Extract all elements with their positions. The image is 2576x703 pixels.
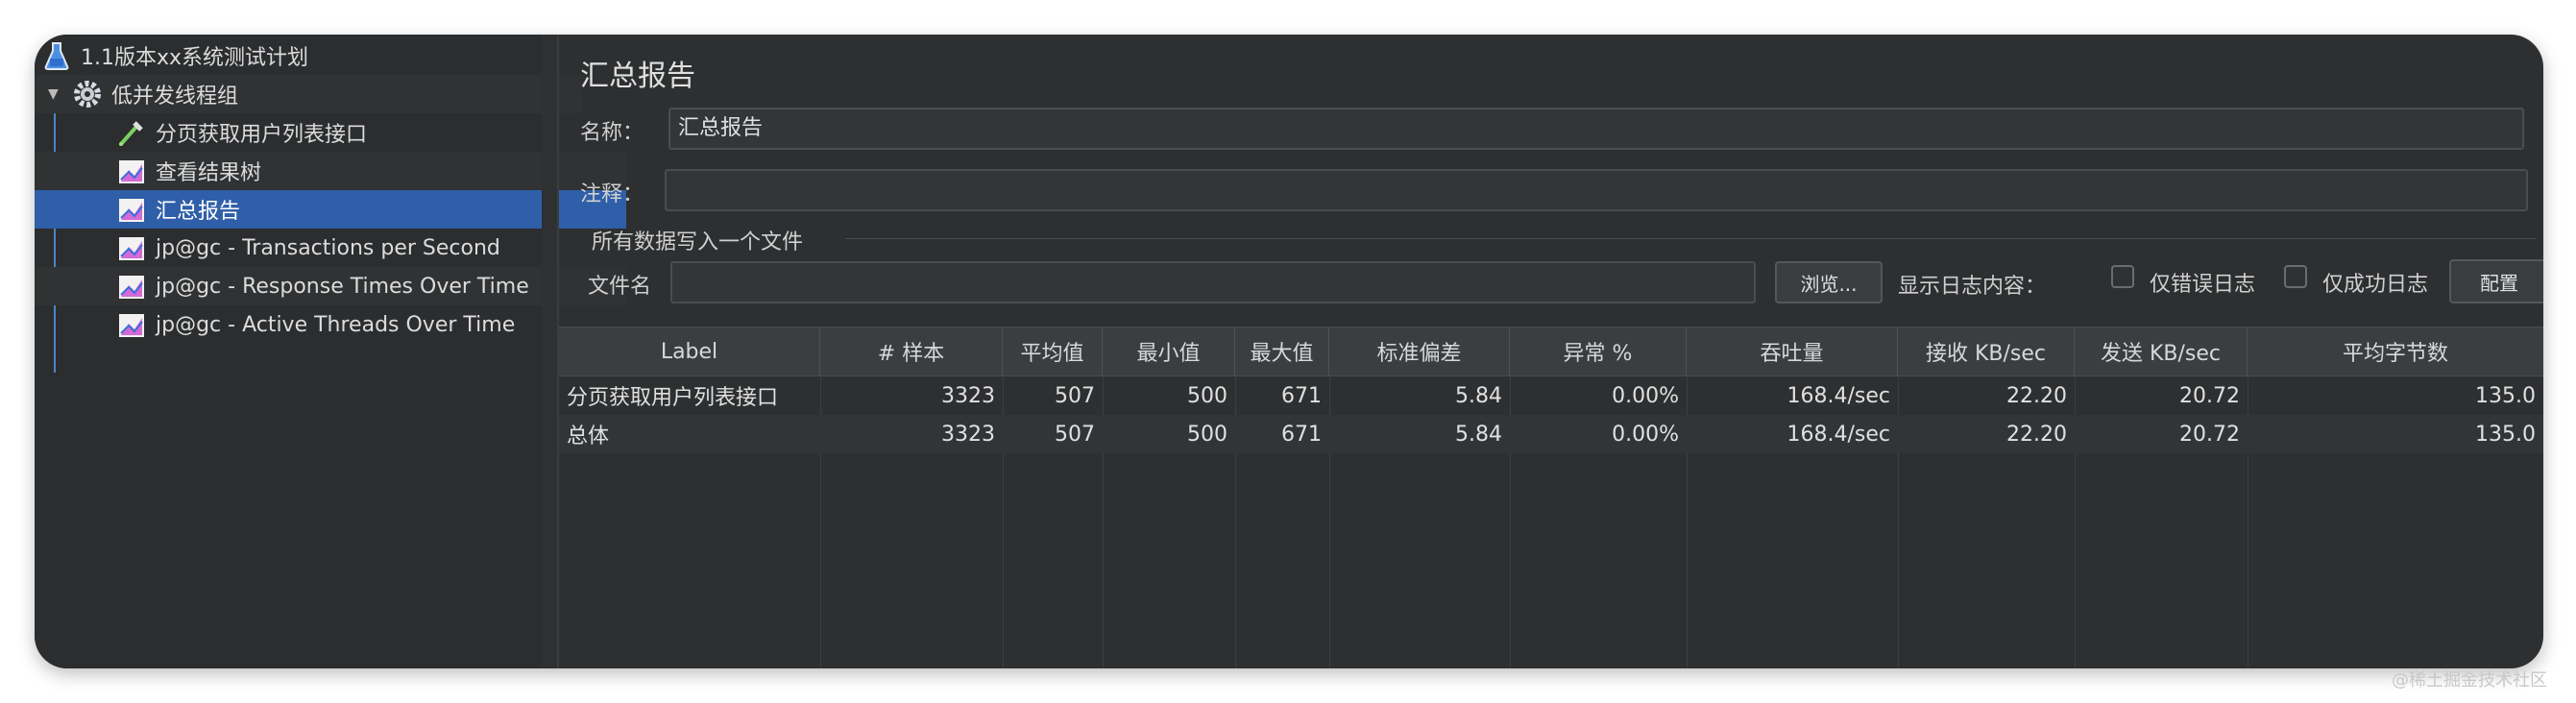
cell-label: 总体 [567,424,610,448]
tree-item-label: jp@gc - Response Times Over Time [156,274,529,299]
column-header-max[interactable]: 最大值 [1235,327,1329,376]
errors-only-checkbox[interactable] [2111,265,2134,288]
log-content-label: 显示日志内容： [1898,275,2047,299]
pipette-icon [117,118,146,147]
test-plan-tree: 1.1版本xx系统测试计划 ▼ 低并发线程组 分页获取用户列表接口 查看结果树 [35,35,626,668]
cell-max: 671 [1281,422,1322,447]
tree-item-summary-report[interactable]: 汇总报告 [35,190,626,229]
chart-icon [117,272,146,301]
column-header-avg-bytes[interactable]: 平均字节数 [2248,327,2543,376]
success-only-checkbox[interactable] [2284,265,2307,288]
table-row[interactable]: 总体 3323 507 500 671 5.84 0.00% 168.4/sec… [559,415,2543,453]
cell-received: 22.20 [2006,422,2067,447]
configure-button[interactable]: 配置 [2449,259,2543,303]
cell-sent: 20.72 [2179,422,2240,447]
browse-button[interactable]: 浏览... [1775,261,1883,303]
tree-item-label: jp@gc - Transactions per Second [156,235,500,260]
cell-error-pct: 0.00% [1612,383,1679,408]
tree-item-label: 1.1版本xx系统测试计划 [81,46,309,70]
chart-icon [117,195,146,224]
splitter-handle[interactable] [542,35,559,668]
tree-item-active-threads[interactable]: jp@gc - Active Threads Over Time [35,305,626,344]
errors-only-label: 仅错误日志 [2150,273,2256,297]
jmeter-window: 1.1版本xx系统测试计划 ▼ 低并发线程组 分页获取用户列表接口 查看结果树 [35,35,2543,668]
name-label: 名称： [580,121,644,145]
flask-icon [42,41,71,70]
cell-min: 500 [1187,422,1227,447]
tree-item-label: 分页获取用户列表接口 [156,123,368,147]
column-header-min[interactable]: 最小值 [1103,327,1235,376]
chart-icon [117,310,146,339]
filename-field[interactable] [670,261,1756,303]
column-header-sent[interactable]: 发送 KB/sec [2075,327,2248,376]
name-field[interactable]: 汇总报告 [668,108,2524,150]
cell-received: 22.20 [2006,383,2067,408]
cell-max: 671 [1281,383,1322,408]
watermark: @稀土掘金技术社区 [2392,670,2547,691]
gear-icon [73,80,102,109]
cell-average: 507 [1055,383,1095,408]
file-group-title: 所有数据写入一个文件 [592,230,804,255]
page-title: 汇总报告 [580,60,695,93]
filename-label: 文件名 [588,275,652,299]
cell-samples: 3323 [941,383,995,408]
tree-item-http-sampler[interactable]: 分页获取用户列表接口 [35,113,626,152]
table-row[interactable]: 分页获取用户列表接口 3323 507 500 671 5.84 0.00% 1… [559,376,2543,415]
summary-table: Label # 样本 平均值 最小值 最大值 标准偏差 异常 % 吞吐量 接收 … [559,327,2543,668]
column-header-label[interactable]: Label [559,327,820,376]
summary-report-panel: 汇总报告 名称： 汇总报告 注释： 所有数据写入一个文件 文件名 浏览... 显… [559,35,2543,668]
cell-avg-bytes: 135.0 [2475,383,2536,408]
column-header-average[interactable]: 平均值 [1003,327,1103,376]
chevron-down-icon[interactable]: ▼ [48,86,59,102]
column-header-std-dev[interactable]: 标准偏差 [1329,327,1510,376]
tree-item-view-results-tree[interactable]: 查看结果树 [35,152,626,190]
cell-std-dev: 5.84 [1455,422,1502,447]
cell-samples: 3323 [941,422,995,447]
table-header: Label # 样本 平均值 最小值 最大值 标准偏差 异常 % 吞吐量 接收 … [559,327,2543,376]
column-header-error-pct[interactable]: 异常 % [1510,327,1687,376]
group-divider [845,238,2536,239]
tree-item-response-times[interactable]: jp@gc - Response Times Over Time [35,267,626,305]
cell-error-pct: 0.00% [1612,422,1679,447]
tree-item-label: 查看结果树 [156,161,262,185]
cell-sent: 20.72 [2179,383,2240,408]
column-header-throughput[interactable]: 吞吐量 [1687,327,1898,376]
tree-item-transactions-per-second[interactable]: jp@gc - Transactions per Second [35,229,626,267]
comment-label: 注释： [580,182,644,206]
cell-throughput: 168.4/sec [1786,422,1891,447]
success-only-label: 仅成功日志 [2322,273,2429,297]
chart-icon [117,157,146,185]
cell-std-dev: 5.84 [1455,383,1502,408]
cell-throughput: 168.4/sec [1786,383,1891,408]
tree-item-test-plan[interactable]: 1.1版本xx系统测试计划 [35,36,551,75]
tree-item-label: jp@gc - Active Threads Over Time [156,312,516,337]
cell-average: 507 [1055,422,1095,447]
comment-field[interactable] [665,169,2528,211]
tree-item-label: 低并发线程组 [111,85,239,109]
chart-icon [117,233,146,262]
column-header-received[interactable]: 接收 KB/sec [1898,327,2075,376]
tree-item-thread-group[interactable]: ▼ 低并发线程组 [35,75,582,113]
column-header-samples[interactable]: # 样本 [820,327,1003,376]
cell-min: 500 [1187,383,1227,408]
tree-item-label: 汇总报告 [156,200,241,224]
cell-avg-bytes: 135.0 [2475,422,2536,447]
cell-label: 分页获取用户列表接口 [567,386,779,410]
